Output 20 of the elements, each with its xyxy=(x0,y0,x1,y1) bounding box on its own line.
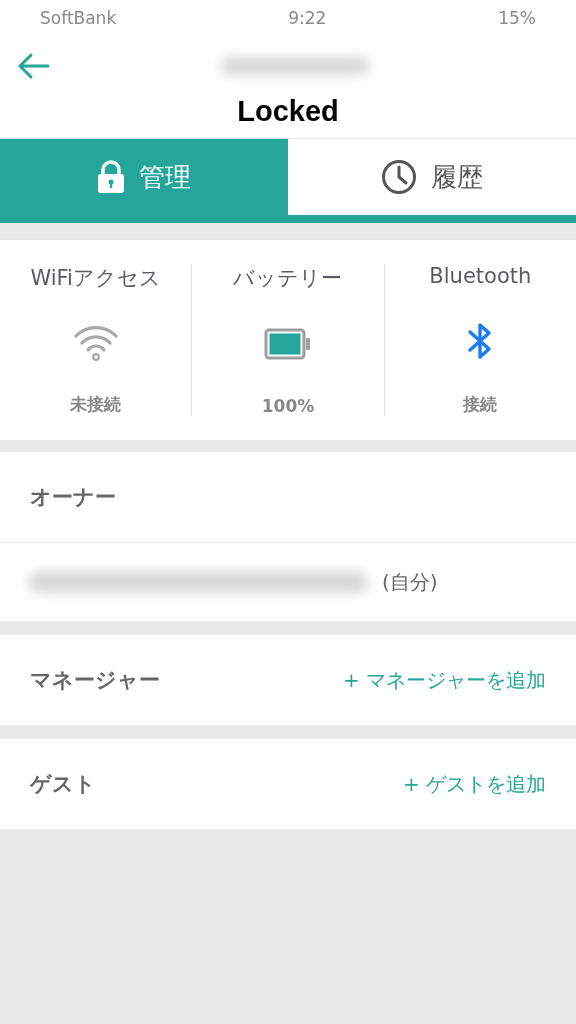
lock-icon xyxy=(97,160,125,194)
self-tag: (自分) xyxy=(382,568,438,596)
section-heading: オーナー xyxy=(30,484,116,511)
status-value: 未接続 xyxy=(70,393,122,416)
back-arrow-icon[interactable] xyxy=(16,52,50,80)
section-heading: ゲスト xyxy=(30,771,96,798)
status-label: Bluetooth xyxy=(429,264,532,288)
tab[interactable]: 管理 xyxy=(0,139,288,223)
status-label: WiFiアクセス xyxy=(30,265,161,292)
status-value: 接続 xyxy=(463,393,498,416)
status-value: 100% xyxy=(261,396,315,416)
status-label: バッテリー xyxy=(233,265,343,292)
screen-title: Locked xyxy=(236,96,340,126)
add-link[interactable]: + マネージャーを追加 xyxy=(342,666,546,694)
clock-icon xyxy=(381,159,417,195)
add-link[interactable]: + ゲストを追加 xyxy=(402,770,546,798)
carrier-text: SoftBank xyxy=(40,8,117,28)
time-text: 9:22 xyxy=(288,8,327,28)
section-heading: マネージャー xyxy=(30,667,160,694)
battery-percent-text: 15% xyxy=(498,8,536,28)
